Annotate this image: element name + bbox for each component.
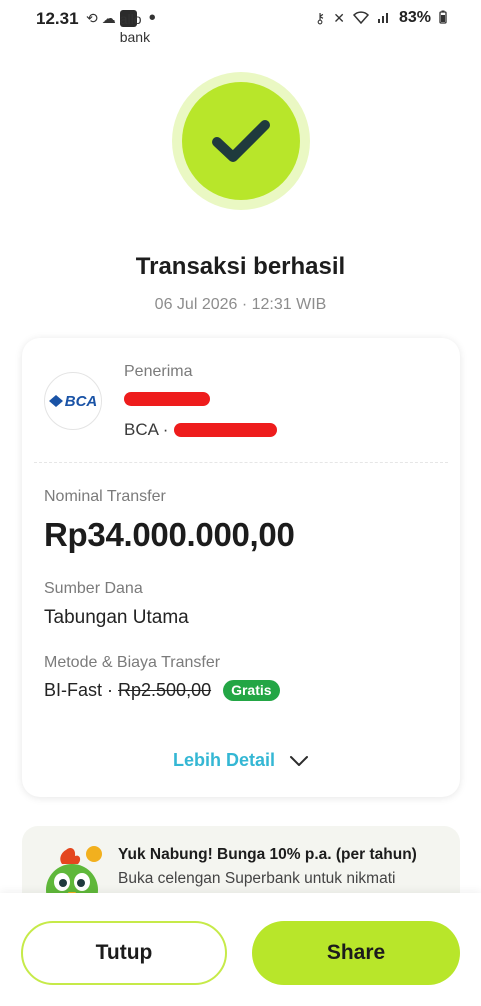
original-fee: Rp2.500,00 [118,680,212,700]
notification-dot-icon: • [148,7,156,29]
cloud-icon: ☁ [101,10,116,26]
close-button[interactable]: Tutup [21,921,227,985]
share-button[interactable]: Share [252,921,460,985]
promo-description: Buka celengan Superbank untuk nikmati [118,870,396,887]
recipient-account: BCA · [124,420,278,440]
page-title: Transaksi berhasil [135,253,346,280]
status-right-icons: ⚷ ✕ 83% [315,9,447,27]
recipient-account-redacted [174,423,278,437]
recipient-label: Penerima [124,363,193,380]
chevron-down-icon [290,755,308,766]
success-indicator [172,72,310,210]
card-divider [34,462,448,463]
transfer-amount: Rp34.000.000,00 [44,516,295,553]
bank-logo: BCA [44,372,102,430]
sync-icon: ⟲ [86,10,98,26]
success-circle [182,82,300,200]
method-label: Metode & Biaya Transfer [44,654,221,671]
bottom-action-bar: Tutup Share [0,893,481,1006]
more-detail-toggle[interactable]: Lebih Detail [22,750,460,771]
checkmark-icon [212,120,270,162]
amount-label: Nominal Transfer [44,488,166,505]
source-label: Sumber Dana [44,580,143,597]
status-left-icons: ⟲ ☁ allo bank • [86,7,156,45]
key-icon: ⚷ [314,9,326,26]
more-detail-label: Lebih Detail [172,750,275,770]
recipient-account-prefix: BCA · [124,420,169,439]
source-value: Tabungan Utama [44,607,189,628]
recipient-name-redacted [124,392,210,406]
status-time: 12.31 [36,9,79,28]
signal-icon [377,10,391,27]
promo-title: Yuk Nabung! Bunga 10% p.a. (per tahun) [118,846,417,863]
transaction-datetime: 06 Jul 2026 · 12:31 WIB [154,296,327,313]
battery-percentage: 83% [398,9,431,26]
bank-logo-text: BCA [64,392,98,410]
wifi-icon [352,10,370,27]
app-badge-icon: allo bank [119,9,151,45]
transaction-detail-card: BCA Penerima BCA · Nominal Transfer Rp34… [22,338,460,797]
bca-logo-icon [48,395,63,407]
method-row: BI-Fast · Rp2.500,00 Gratis [44,680,280,701]
method-value: BI-Fast · [44,680,114,700]
free-badge: Gratis [223,680,280,701]
battery-icon [439,10,447,27]
status-bar: 12.31 ⟲ ☁ allo bank • ⚷ ✕ 83% [0,0,481,45]
mute-icon: ✕ [333,9,345,26]
